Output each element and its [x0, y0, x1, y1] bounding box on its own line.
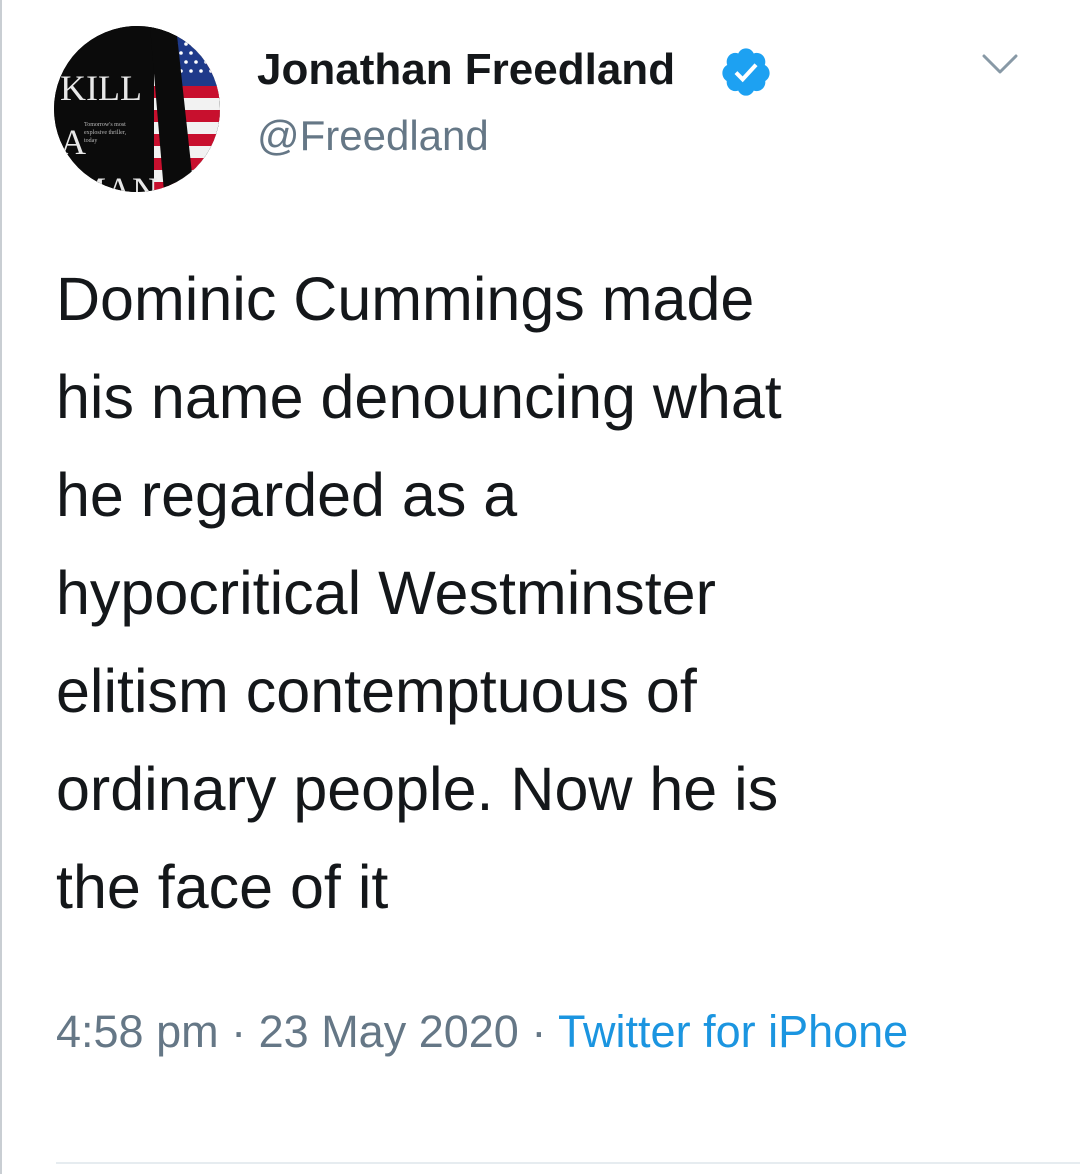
cover-tagline-line-2: explosive thriller, [84, 130, 127, 136]
tweet-metadata: 4:58 pm · 23 May 2020 · Twitter for iPho… [56, 1000, 1016, 1064]
tweet-text: Dominic Cummings made his name denouncin… [56, 250, 1016, 936]
tweet-text-line: he regarded as a [56, 461, 518, 529]
meta-separator: · [531, 1006, 547, 1057]
meta-separator: · [231, 1006, 247, 1057]
author-display-name[interactable]: Jonathan Freedland [257, 44, 675, 96]
tweet-text-line: hypocritical Westminster [56, 559, 716, 627]
tweet-text-line: his name denouncing what [56, 363, 782, 431]
tweet-text-line: Dominic Cummings made [56, 265, 755, 333]
tweet-date[interactable]: 23 May 2020 [259, 1006, 519, 1057]
tweet-time[interactable]: 4:58 pm [56, 1006, 219, 1057]
tweet-source-link[interactable]: Twitter for iPhone [558, 1006, 908, 1057]
author-avatar[interactable]: KILL A Tomorrow's most explosive thrille… [54, 26, 220, 192]
cover-title-kill: KILL [60, 68, 142, 108]
cover-tagline-line-3: today [84, 138, 97, 144]
tweet-text-line: ordinary people. Now he is [56, 755, 779, 823]
tweet-text-line: elitism contemptuous of [56, 657, 697, 725]
cover-title-man: MAN [74, 170, 158, 192]
tweet-text-line: the face of it [56, 853, 389, 921]
verified-badge-icon [722, 48, 770, 96]
chevron-down-icon[interactable] [978, 44, 1022, 84]
book-cover-avatar: KILL A Tomorrow's most explosive thrille… [54, 26, 220, 192]
author-handle[interactable]: @Freedland [257, 111, 489, 161]
flag-graphic [150, 26, 220, 192]
cover-tagline-line-1: Tomorrow's most [84, 122, 126, 128]
divider [56, 1162, 1080, 1164]
cover-title-a: A [60, 122, 86, 162]
tweet-card: KILL A Tomorrow's most explosive thrille… [0, 0, 1080, 1174]
